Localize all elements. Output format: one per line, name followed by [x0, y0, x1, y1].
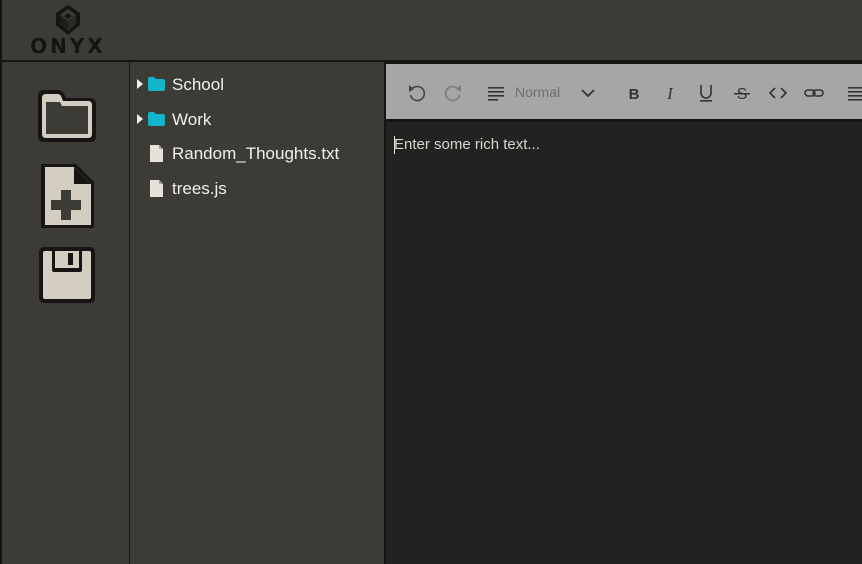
file-icon [150, 145, 163, 162]
tree-item-label: Work [172, 110, 212, 129]
tree-folder-work[interactable]: Work [130, 107, 384, 133]
caret-right-icon[interactable] [136, 78, 144, 90]
tree-item-label: School [172, 75, 224, 94]
editor-toolbar: Normal B I S [386, 62, 862, 122]
underline-icon [700, 85, 712, 102]
text-caret [394, 136, 395, 154]
block-type-label: Normal [515, 84, 561, 100]
strikethrough-icon: S [734, 86, 750, 103]
onyx-gem-icon [56, 5, 80, 35]
tree-folder-school[interactable]: School [130, 72, 384, 98]
align-left-icon [848, 87, 862, 101]
tree-item-label: Random_Thoughts.txt [172, 144, 340, 163]
chevron-down-icon [581, 89, 595, 98]
tree-item-label: trees.js [172, 179, 227, 198]
redo-icon [444, 85, 461, 102]
paragraph-icon [488, 87, 504, 101]
strikethrough-button[interactable]: S [729, 80, 755, 106]
file-icon [150, 180, 163, 197]
rich-text-editor: Normal B I S [386, 62, 862, 564]
code-icon [768, 87, 788, 99]
svg-text:B: B [629, 86, 640, 103]
folder-icon [148, 112, 165, 126]
italic-icon: I [666, 84, 674, 103]
file-tree: School Work Random_Thoughts.txt trees.js [130, 62, 386, 564]
app-logo: ONYX [22, 4, 114, 58]
code-button[interactable] [765, 80, 791, 106]
align-button[interactable] [844, 80, 862, 106]
editor-body: Enter some rich text... [386, 122, 862, 564]
save-button[interactable] [34, 244, 100, 310]
app-logo-text: ONYX [30, 34, 106, 58]
bold-button[interactable]: B [621, 80, 647, 106]
undo-icon [409, 85, 426, 102]
editor-placeholder: Enter some rich text... [394, 136, 540, 153]
bold-icon: B [629, 86, 640, 103]
open-folder-button[interactable] [34, 82, 100, 148]
tree-file-random-thoughts[interactable]: Random_Thoughts.txt [130, 141, 384, 167]
folder-icon [148, 77, 165, 91]
new-file-button[interactable] [34, 162, 100, 228]
redo-button[interactable] [440, 80, 466, 106]
italic-button[interactable]: I [657, 80, 683, 106]
editor-content[interactable]: Enter some rich text... [394, 136, 854, 556]
svg-text:I: I [666, 84, 674, 103]
floppy-disk-icon [39, 247, 95, 303]
file-plus-icon [41, 164, 94, 228]
link-icon [804, 89, 824, 97]
block-type-select[interactable]: Normal [482, 78, 606, 108]
link-button[interactable] [801, 80, 827, 106]
undo-button[interactable] [404, 80, 430, 106]
folder-icon [38, 90, 96, 142]
action-sidebar [0, 62, 130, 564]
tree-file-trees-js[interactable]: trees.js [130, 176, 384, 202]
top-bar: ONYX [0, 0, 862, 62]
underline-button[interactable] [693, 80, 719, 106]
caret-right-icon[interactable] [136, 113, 144, 125]
